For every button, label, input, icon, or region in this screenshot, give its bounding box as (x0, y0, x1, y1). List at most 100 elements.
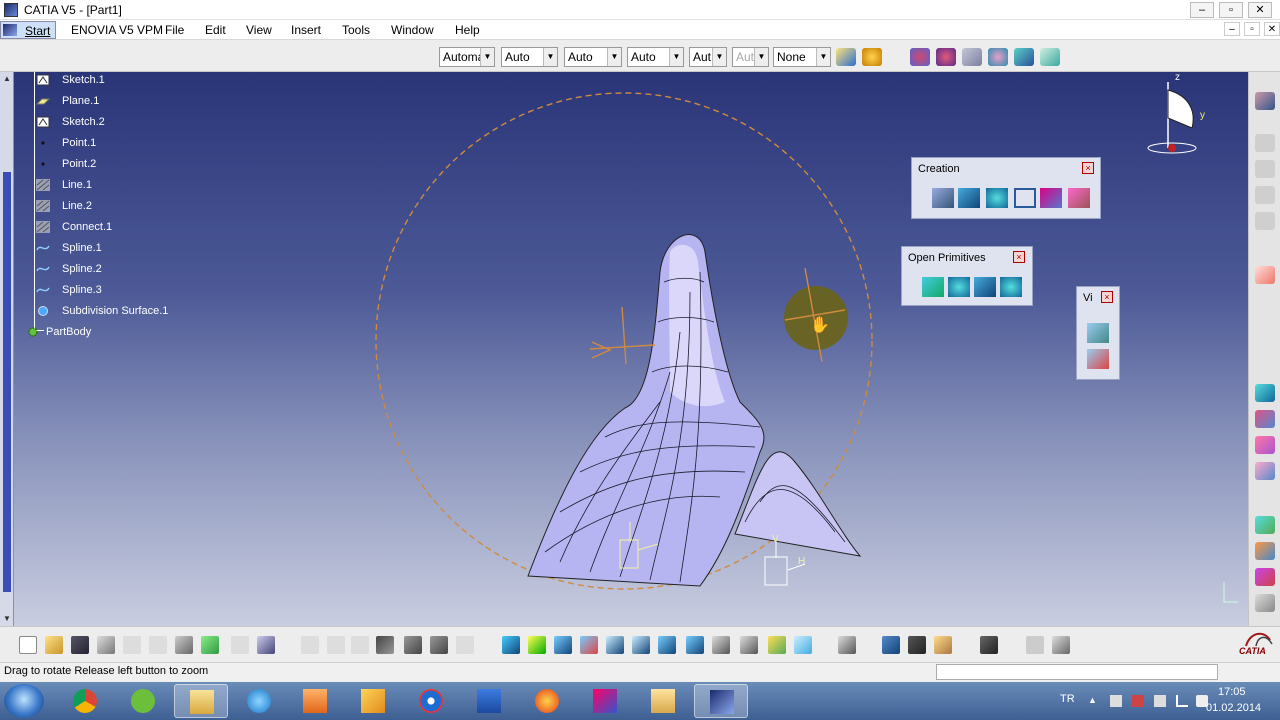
view-mode-2-icon[interactable] (1087, 349, 1109, 369)
minimize-button[interactable]: – (1190, 2, 1214, 18)
properties-icon[interactable] (862, 48, 882, 66)
taskbar-app-7[interactable] (404, 684, 458, 718)
tool-8-icon[interactable] (1255, 462, 1275, 480)
swap-space-icon[interactable] (794, 636, 812, 654)
capture-icon[interactable] (980, 636, 998, 654)
taskbar-app-11[interactable] (636, 684, 690, 718)
create-cone-icon[interactable] (1040, 188, 1062, 208)
refresh-icon[interactable] (1026, 636, 1044, 654)
measure-between-icon[interactable] (882, 636, 900, 654)
windows-start-button[interactable] (4, 684, 44, 718)
undo-icon[interactable] (201, 636, 219, 654)
menu-insert[interactable]: Insert (291, 23, 321, 37)
lineweight-combo[interactable]: Auto ▼ (627, 47, 684, 67)
taskbar-catia[interactable] (694, 684, 748, 718)
cut-icon[interactable] (123, 636, 141, 654)
taskbar-app-10[interactable] (578, 684, 632, 718)
taskbar-app-6[interactable] (346, 684, 400, 718)
menu-window[interactable]: Window (391, 23, 434, 37)
close-button[interactable]: ✕ (1248, 2, 1272, 18)
taskbar-app-8[interactable] (462, 684, 516, 718)
comment-icon[interactable] (327, 636, 345, 654)
tool-7-icon[interactable] (1255, 436, 1275, 454)
knowledge-icon[interactable] (351, 636, 369, 654)
paste-icon[interactable] (175, 636, 193, 654)
painter-icon[interactable] (836, 48, 856, 66)
tray-expand-icon[interactable]: ▲ (1088, 695, 1100, 707)
hide-show-icon[interactable] (768, 636, 786, 654)
view-mode-icon[interactable] (1087, 323, 1109, 343)
tree-tool-icon[interactable] (404, 636, 422, 654)
shape-tool4-icon[interactable] (1040, 48, 1060, 66)
create-box-icon[interactable] (1014, 188, 1036, 208)
create-triangle-icon[interactable] (958, 188, 980, 208)
command-input[interactable] (936, 664, 1218, 680)
select-icon[interactable] (1255, 266, 1275, 284)
check-icon[interactable] (456, 636, 474, 654)
open-sphere-icon[interactable] (948, 277, 970, 297)
shape-tool-icon[interactable] (962, 48, 982, 66)
zoom-in-icon[interactable] (606, 636, 624, 654)
print-icon[interactable] (97, 636, 115, 654)
save-icon[interactable] (71, 636, 89, 654)
bool-union-icon[interactable] (910, 48, 930, 66)
linetype-combo[interactable]: Auto ▼ (564, 47, 622, 67)
new-file-icon[interactable] (19, 636, 37, 654)
taskbar-utorrent[interactable] (116, 684, 170, 718)
bool-remove-icon[interactable] (936, 48, 956, 66)
tool-3-icon[interactable] (1255, 186, 1275, 204)
tray-network-icon[interactable] (1176, 695, 1188, 707)
menu-tools[interactable]: Tools (342, 23, 370, 37)
normal-view-icon[interactable] (658, 636, 676, 654)
tray-monitor-icon[interactable] (1154, 695, 1166, 707)
layer-combo[interactable]: None ▼ (773, 47, 831, 67)
zoom-out-icon[interactable] (632, 636, 650, 654)
whats-this-icon[interactable] (257, 636, 275, 654)
close-icon[interactable]: × (1013, 251, 1025, 263)
point-symbol-combo[interactable]: Aut ▼ (689, 47, 727, 67)
tool-9-icon[interactable] (1255, 516, 1275, 534)
table-icon[interactable] (376, 636, 394, 654)
workbench-icon[interactable] (1255, 92, 1275, 110)
menu-help[interactable]: Help (455, 23, 480, 37)
open-plane-icon[interactable] (922, 277, 944, 297)
shading-icon[interactable] (740, 636, 758, 654)
taskbar-app-9[interactable] (520, 684, 574, 718)
create-sphere-icon[interactable] (986, 188, 1008, 208)
formula-icon[interactable] (301, 636, 319, 654)
rendering-combo[interactable]: Aut ▼ (732, 47, 769, 67)
language-indicator[interactable]: TR (1060, 693, 1075, 705)
doc-close-button[interactable]: ✕ (1264, 22, 1280, 36)
shape-tool2-icon[interactable] (988, 48, 1008, 66)
taskbar-ie[interactable] (232, 684, 286, 718)
copy-icon[interactable] (149, 636, 167, 654)
fit-all-icon[interactable] (528, 636, 546, 654)
tool-6-icon[interactable] (1255, 410, 1275, 428)
multi-view-icon[interactable] (686, 636, 704, 654)
measure-icon[interactable] (838, 636, 856, 654)
settings-icon[interactable] (1052, 636, 1070, 654)
taskbar-chrome[interactable] (58, 684, 112, 718)
redo-icon[interactable] (231, 636, 249, 654)
3d-viewport[interactable]: ▲ ▼ Sketch.1 Plane.1 Sketch.2 Point.1 Po… (0, 72, 1248, 626)
tool-5-icon[interactable] (1255, 384, 1275, 402)
tool-11-icon[interactable] (1255, 568, 1275, 586)
tool-4-icon[interactable] (1255, 212, 1275, 230)
doc-restore-button[interactable]: ▫ (1244, 22, 1260, 36)
tool-12-icon[interactable] (1255, 594, 1275, 612)
transparency-combo[interactable]: Auto ▼ (501, 47, 558, 67)
measure-item-icon[interactable] (908, 636, 926, 654)
start-menu[interactable]: Start (0, 21, 56, 39)
shape-tool3-icon[interactable] (1014, 48, 1034, 66)
create-vertex-icon[interactable] (932, 188, 954, 208)
pan-icon[interactable] (554, 636, 572, 654)
doc-minimize-button[interactable]: – (1224, 22, 1240, 36)
iso-view-icon[interactable] (712, 636, 730, 654)
tray-flag-icon[interactable] (1110, 695, 1122, 707)
create-freeform-icon[interactable] (1068, 188, 1090, 208)
subdivision-surface[interactable] (527, 234, 765, 587)
open-file-icon[interactable] (45, 636, 63, 654)
close-icon[interactable]: × (1082, 162, 1094, 174)
tray-security-icon[interactable] (1132, 695, 1144, 707)
tool-10-icon[interactable] (1255, 542, 1275, 560)
